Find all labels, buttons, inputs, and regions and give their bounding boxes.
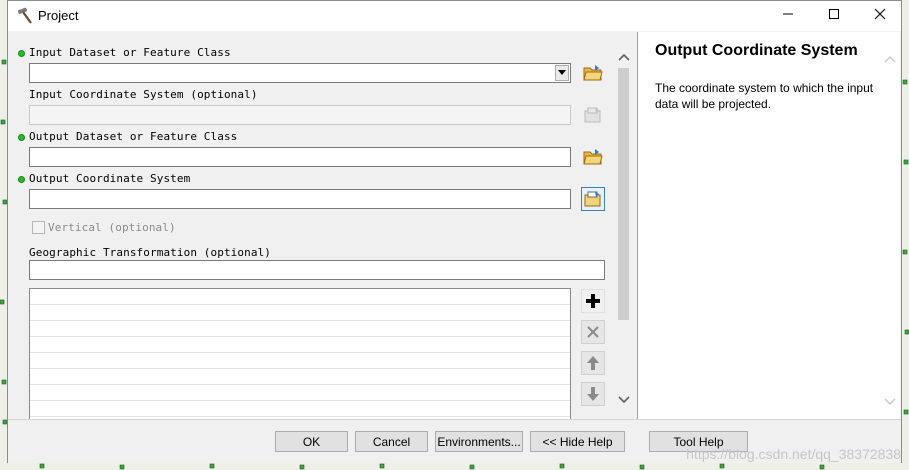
remove-transformation-button[interactable]: [581, 320, 605, 344]
maximize-button[interactable]: [811, 1, 857, 31]
help-description: The coordinate system to which the input…: [655, 81, 874, 111]
list-item[interactable]: [30, 369, 570, 385]
folder-open-icon: [583, 65, 603, 81]
chevron-down-icon[interactable]: [618, 391, 630, 409]
dropdown-arrow-button[interactable]: [555, 65, 569, 81]
list-item[interactable]: [30, 385, 570, 401]
output-cs-label: Output Coordinate System: [29, 172, 191, 185]
help-pane: Output Coordinate System The coordinate …: [637, 32, 900, 419]
list-item[interactable]: [30, 289, 570, 305]
required-indicator: [18, 50, 25, 57]
vertical-checkbox[interactable]: [32, 221, 45, 234]
arrow-down-icon: [587, 387, 599, 401]
required-indicator: [18, 134, 25, 141]
watermark-text: https://blog.csdn.net/qq_38372838: [686, 446, 901, 462]
minimize-button[interactable]: [765, 1, 811, 31]
help-scroll-down-icon[interactable]: [884, 393, 896, 411]
chevron-up-icon[interactable]: [618, 48, 630, 66]
output-cs-field[interactable]: [29, 189, 571, 209]
x-icon: [587, 326, 599, 338]
browse-output-dataset-button[interactable]: [581, 145, 605, 169]
maximize-icon: [828, 7, 840, 25]
output-dataset-field[interactable]: [29, 147, 571, 167]
ok-button[interactable]: OK: [275, 431, 348, 452]
parameters-pane: Input Dataset or Feature Class Input Coo…: [9, 32, 636, 419]
output-dataset-label: Output Dataset or Feature Class: [29, 130, 238, 143]
list-item[interactable]: [30, 337, 570, 353]
geo-transform-label: Geographic Transformation (optional): [29, 246, 272, 259]
input-dataset-label: Input Dataset or Feature Class: [29, 46, 231, 59]
parameters-scrollbar[interactable]: [615, 42, 632, 412]
project-tool-dialog: Project Input Dataset or Feature Class I…: [7, 0, 902, 463]
geo-transform-list[interactable]: [29, 288, 571, 419]
chevron-down-icon: [558, 70, 566, 75]
help-scroll-up-icon[interactable]: [884, 50, 896, 68]
folder-open-icon: [583, 149, 603, 165]
input-cs-label: Input Coordinate System (optional): [29, 88, 258, 101]
geo-transform-field[interactable]: [29, 260, 605, 280]
hammer-icon: [16, 7, 34, 25]
list-item[interactable]: [30, 305, 570, 321]
help-title: Output Coordinate System: [655, 42, 858, 59]
close-button[interactable]: [857, 1, 903, 31]
window-title: Project: [38, 8, 79, 23]
arrow-up-icon: [587, 356, 599, 370]
output-cs-properties-button[interactable]: [581, 187, 605, 211]
spatial-reference-icon: [584, 107, 601, 123]
scrollbar-thumb[interactable]: [618, 68, 629, 320]
list-item[interactable]: [30, 401, 570, 417]
browse-input-dataset-button[interactable]: [581, 61, 605, 85]
required-indicator: [18, 176, 25, 183]
cancel-button[interactable]: Cancel: [355, 431, 428, 452]
move-up-button[interactable]: [581, 351, 605, 375]
input-cs-properties-button[interactable]: [581, 103, 605, 127]
vertical-label: Vertical (optional): [48, 221, 176, 234]
input-cs-field[interactable]: [29, 105, 571, 125]
spatial-reference-icon: [584, 191, 601, 207]
move-down-button[interactable]: [581, 382, 605, 406]
hide-help-button[interactable]: << Hide Help: [530, 431, 625, 452]
title-bar: Project: [8, 1, 901, 31]
list-item[interactable]: [30, 321, 570, 337]
list-item[interactable]: [30, 353, 570, 369]
close-icon: [874, 7, 886, 25]
minimize-icon: [782, 7, 794, 25]
add-transformation-button[interactable]: [581, 289, 605, 313]
environments-button[interactable]: Environments...: [435, 431, 523, 452]
plus-icon: [586, 294, 600, 308]
input-dataset-combo[interactable]: [29, 63, 571, 83]
